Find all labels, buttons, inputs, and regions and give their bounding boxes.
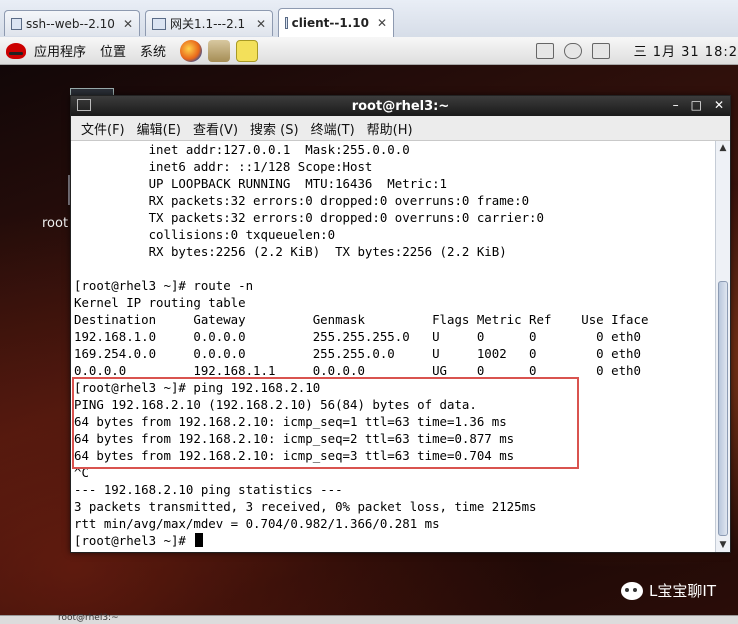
window-controls: – □ ✕ (673, 98, 724, 112)
system-tray: 三 1月 31 18:2 (535, 37, 738, 64)
terminal-line: RX packets:32 errors:0 dropped:0 overrun… (74, 193, 530, 208)
redhat-logo-icon (6, 42, 26, 59)
terminal-icon (11, 17, 22, 30)
terminal-prompt: [root@rhel3 ~]# (74, 533, 194, 548)
terminal-line: RX bytes:2256 (2.2 KiB) TX bytes:2256 (2… (74, 244, 507, 259)
network-icon[interactable] (535, 42, 554, 59)
tab-label: 网关1.1---2.1 (170, 17, 246, 31)
display-icon[interactable] (591, 42, 610, 59)
terminal-line: inet addr:127.0.0.1 Mask:255.0.0.0 (74, 142, 410, 157)
menu-applications[interactable]: 应用程序 (34, 41, 86, 60)
window-titlebar[interactable]: root@rhel3:~ – □ ✕ (71, 96, 730, 116)
terminal-prompt-line[interactable]: [root@rhel3 ~]# (74, 532, 204, 549)
terminal-window: root@rhel3:~ – □ ✕ 文件(F) 编辑(E) 查看(V) 搜索 … (70, 95, 731, 553)
scroll-down-arrow-icon[interactable]: ▼ (716, 538, 730, 552)
terminal-line: UP LOOPBACK RUNNING MTU:16436 Metric:1 (74, 176, 447, 191)
close-icon[interactable]: ✕ (377, 16, 387, 30)
terminal-line: [root@rhel3 ~]# route -n (74, 278, 254, 293)
scrollbar-thumb[interactable] (718, 281, 728, 536)
terminal-icon (152, 17, 166, 30)
tab-label: client--1.10 (291, 16, 369, 30)
terminal-line: collisions:0 txqueuelen:0 (74, 227, 336, 242)
terminal-menubar: 文件(F) 编辑(E) 查看(V) 搜索 (S) 终端(T) 帮助(H) (71, 116, 730, 141)
wechat-icon (621, 581, 644, 600)
desktop-icon-label[interactable]: root (42, 216, 68, 231)
volume-icon[interactable] (563, 42, 582, 59)
vertical-scrollbar[interactable]: ▲ ▼ (715, 141, 730, 552)
tab-gateway[interactable]: 网关1.1---2.1 ✕ (145, 10, 273, 36)
taskbar-item[interactable]: root@rhel3:~ (58, 613, 119, 623)
terminal-line: inet6 addr: ::1/128 Scope:Host (74, 159, 373, 174)
terminal-line: --- 192.168.2.10 ping statistics --- (74, 482, 343, 497)
firefox-icon[interactable] (180, 39, 203, 62)
terminal-icon (285, 17, 288, 29)
terminal-line: 169.254.0.0 0.0.0.0 255.255.0.0 U 1002 0… (74, 346, 641, 361)
window-title: root@rhel3:~ (351, 98, 450, 114)
terminal-line: rtt min/avg/max/mdev = 0.704/0.982/1.366… (74, 516, 440, 531)
menu-system[interactable]: 系统 (140, 41, 166, 60)
menu-help[interactable]: 帮助(H) (367, 119, 413, 138)
terminal-line: Destination Gateway Genmask Flags Metric… (74, 312, 649, 327)
close-icon[interactable]: ✕ (714, 98, 724, 112)
terminal-line: 192.168.1.0 0.0.0.0 255.255.255.0 U 0 0 … (74, 329, 641, 344)
watermark-text: L宝宝聊IT (649, 582, 716, 600)
terminal-line: TX packets:32 errors:0 dropped:0 overrun… (74, 210, 544, 225)
tab-client[interactable]: client--1.10 ✕ (278, 8, 394, 37)
top-panel: 应用程序 位置 系统 三 1月 31 18:2 (0, 37, 738, 65)
menu-search[interactable]: 搜索 (S) (250, 119, 299, 138)
close-icon[interactable]: ✕ (256, 17, 266, 31)
terminal-line: Kernel IP routing table (74, 295, 246, 310)
menu-terminal[interactable]: 终端(T) (311, 119, 355, 138)
minimize-icon[interactable]: – (673, 98, 679, 112)
notes-icon[interactable] (236, 39, 259, 62)
tab-label: ssh--web--2.10 (25, 16, 115, 31)
ping-highlight-box (72, 377, 579, 469)
mail-icon[interactable] (208, 39, 231, 62)
tab-strip: ssh--web--2.10 ✕ 网关1.1---2.1 ✕ client--1… (0, 0, 738, 38)
scroll-up-arrow-icon[interactable]: ▲ (716, 141, 730, 155)
menu-places[interactable]: 位置 (100, 41, 126, 60)
terminal-line: 3 packets transmitted, 3 received, 0% pa… (74, 499, 537, 514)
maximize-icon[interactable]: □ (691, 98, 702, 112)
tab-ssh-web[interactable]: ssh--web--2.10 ✕ (4, 10, 140, 36)
clock[interactable]: 三 1月 31 18:2 (634, 41, 738, 60)
terminal-icon (77, 99, 91, 111)
menu-file[interactable]: 文件(F) (81, 119, 125, 138)
menu-edit[interactable]: 编辑(E) (137, 119, 181, 138)
text-cursor (195, 533, 204, 547)
close-icon[interactable]: ✕ (123, 17, 133, 31)
menu-view[interactable]: 查看(V) (193, 119, 238, 138)
terminal-output[interactable]: inet addr:127.0.0.1 Mask:255.0.0.0 inet6… (71, 141, 714, 552)
watermark: L宝宝聊IT (621, 580, 716, 601)
